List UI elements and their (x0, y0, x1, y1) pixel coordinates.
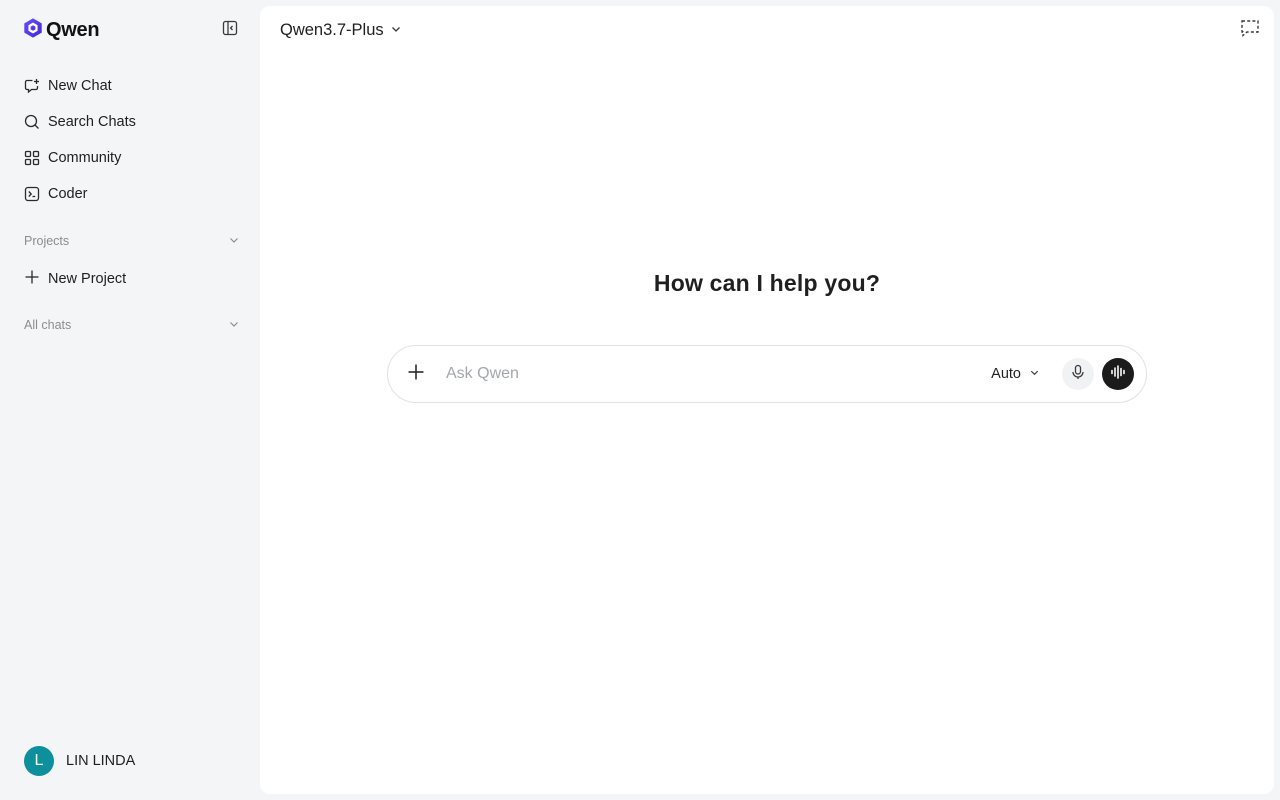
plus-icon (24, 269, 40, 289)
qwen-logo-icon (22, 17, 44, 44)
projects-section-label: Projects (24, 234, 70, 248)
new-project-label: New Project (48, 271, 127, 287)
sidebar-item-label: Coder (48, 186, 88, 202)
grid-icon (24, 150, 40, 166)
avatar: L (24, 746, 54, 776)
search-icon (24, 114, 40, 130)
brand-name: Qwen (46, 18, 100, 41)
chevron-down-icon (228, 234, 240, 249)
voice-mode-button[interactable] (1102, 358, 1134, 390)
new-project-button[interactable]: New Project (12, 261, 248, 297)
sidebar-item-label: Search Chats (48, 114, 136, 130)
microphone-icon (1070, 364, 1086, 385)
sidebar-item-community[interactable]: Community (12, 140, 248, 176)
user-profile-button[interactable]: L LIN LINDA (24, 746, 135, 776)
user-name: LIN LINDA (66, 753, 136, 769)
all-chats-section-label: All chats (24, 318, 72, 332)
sidebar-item-label: Community (48, 150, 122, 166)
sidebar-item-label: New Chat (48, 78, 112, 94)
model-selector[interactable]: Qwen3.7-Plus (280, 20, 402, 40)
main-panel: Qwen3.7-Plus How can I help you? Ask Qwe… (260, 6, 1274, 794)
sidebar-toggle-icon (222, 20, 238, 41)
brand-logo[interactable]: Qwen (22, 17, 100, 44)
chevron-down-icon (1029, 366, 1040, 382)
model-name: Qwen3.7-Plus (280, 20, 384, 39)
dashed-chat-icon (1240, 18, 1260, 43)
sidebar-item-new-chat[interactable]: New Chat (12, 68, 248, 104)
dictation-button[interactable] (1062, 358, 1094, 390)
app-window: Qwen New Chat Search Chats Community Cod… (0, 0, 1280, 800)
terminal-icon (24, 186, 40, 202)
chevron-down-icon (228, 318, 240, 333)
prompt-input[interactable] (446, 359, 992, 389)
new-chat-icon (24, 78, 40, 94)
chat-composer: Auto (387, 345, 1147, 403)
temporary-chat-button[interactable] (1240, 18, 1260, 43)
sidebar: Qwen New Chat Search Chats Community Cod… (0, 0, 260, 800)
plus-icon (406, 362, 426, 387)
chevron-down-icon (390, 21, 402, 40)
mode-value: Auto (991, 366, 1021, 382)
mode-selector[interactable]: Auto (991, 366, 1040, 382)
sound-wave-icon (1110, 364, 1126, 385)
collapse-sidebar-button[interactable] (220, 20, 240, 40)
sidebar-item-coder[interactable]: Coder (12, 176, 248, 212)
greeting-heading: How can I help you? (653, 270, 881, 296)
sidebar-item-search-chats[interactable]: Search Chats (12, 104, 248, 140)
all-chats-section-toggle[interactable]: All chats (24, 315, 240, 335)
attach-button[interactable] (404, 362, 428, 386)
projects-section-toggle[interactable]: Projects (24, 231, 240, 251)
sidebar-nav: New Chat Search Chats Community Coder (12, 68, 248, 212)
